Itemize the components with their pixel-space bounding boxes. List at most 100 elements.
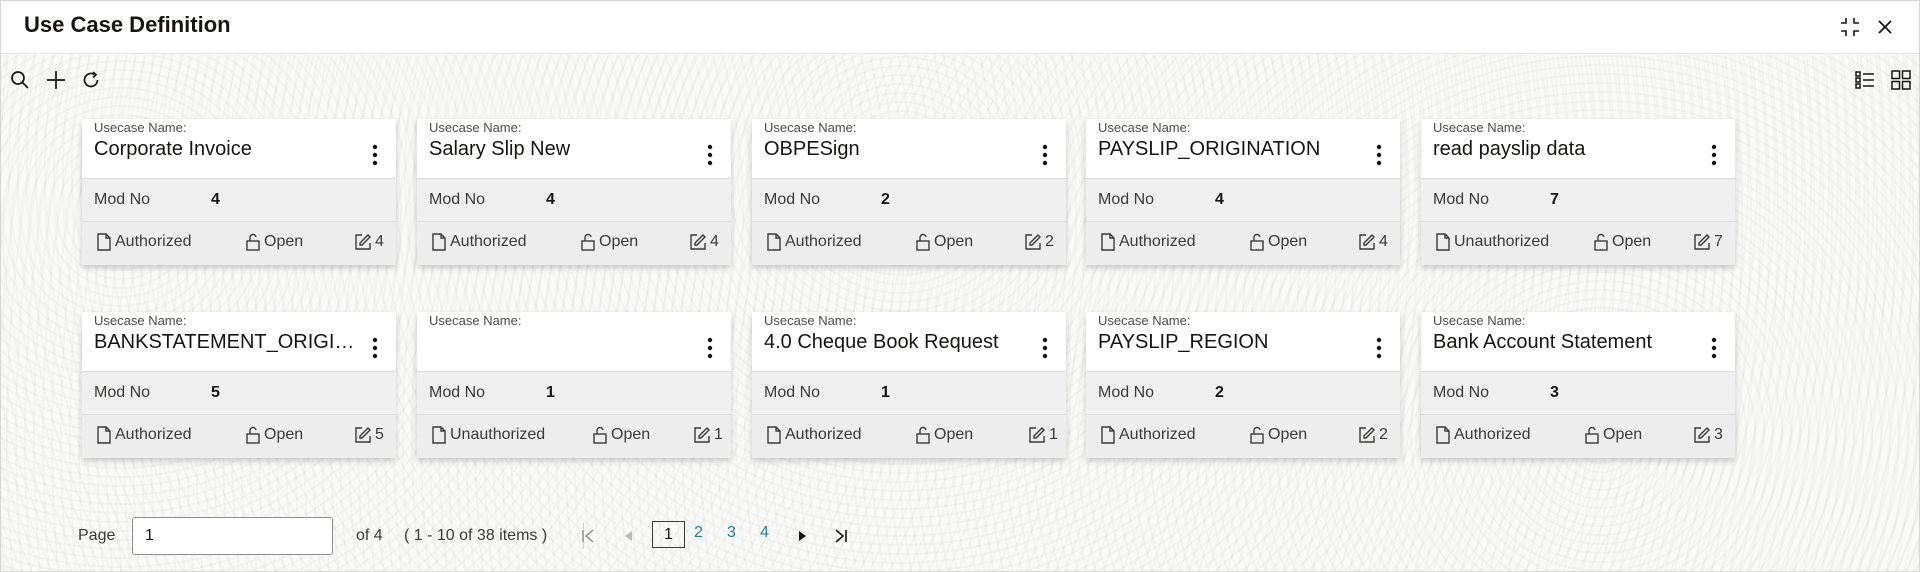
lock-text: Open	[1603, 426, 1643, 443]
status-text: Authorized	[1119, 426, 1196, 443]
page-number-input[interactable]	[132, 517, 333, 555]
usecase-name-label: Usecase Name:	[1098, 120, 1191, 135]
mod-no-value: 2	[1215, 384, 1224, 401]
edit-count-value: 1	[714, 426, 723, 443]
usecase-card[interactable]: Usecase Name: Mod No 1 Unauthorized Open	[417, 312, 731, 458]
close-icon[interactable]	[1872, 14, 1898, 40]
page-link-2[interactable]: 2	[694, 524, 703, 542]
list-view-icon[interactable]	[1853, 68, 1877, 92]
more-options-icon[interactable]	[701, 334, 719, 362]
page-link-3[interactable]: 3	[727, 524, 736, 542]
edit-count[interactable]: 2	[1358, 426, 1388, 444]
edit-count[interactable]: 4	[1358, 233, 1388, 251]
tile-view-icon[interactable]	[1889, 68, 1913, 92]
mod-no-row: Mod No 7	[1421, 178, 1735, 222]
edit-count[interactable]: 1	[693, 426, 723, 444]
usecase-card[interactable]: Usecase Name: OBPESign Mod No 2 Authoriz…	[752, 119, 1066, 265]
mod-no-label: Mod No	[1433, 384, 1490, 401]
card-footer: Authorized Open 1	[752, 415, 1066, 458]
mod-no-label: Mod No	[1433, 191, 1490, 208]
usecase-card[interactable]: Usecase Name: Corporate Invoice Mod No 4…	[82, 119, 396, 265]
mod-no-value: 5	[211, 384, 220, 401]
more-options-icon[interactable]	[366, 141, 384, 169]
lock-status[interactable]: Open	[1593, 233, 1651, 251]
edit-icon	[1694, 234, 1710, 250]
edit-count[interactable]: 1	[1028, 426, 1058, 444]
lock-status[interactable]: Open	[915, 426, 973, 444]
lock-status[interactable]: Open	[245, 233, 303, 251]
card-header: Usecase Name: 4.0 Cheque Book Request	[752, 312, 1066, 371]
more-options-icon[interactable]	[1036, 334, 1054, 362]
mod-no-label: Mod No	[94, 191, 151, 208]
status-text: Authorized	[1454, 426, 1531, 443]
edit-count[interactable]: 7	[1693, 233, 1723, 251]
search-icon[interactable]	[8, 68, 32, 92]
edit-count[interactable]: 3	[1693, 426, 1723, 444]
lock-text: Open	[599, 233, 639, 250]
lock-status[interactable]: Open	[580, 233, 638, 251]
lock-status[interactable]: Open	[245, 426, 303, 444]
next-page-icon[interactable]	[792, 525, 812, 547]
edit-count[interactable]: 4	[689, 233, 719, 251]
authorization-status[interactable]: Unauthorized	[1435, 233, 1549, 251]
mod-no-row: Mod No 2	[1086, 371, 1400, 415]
authorization-status[interactable]: Authorized	[96, 233, 192, 251]
edit-count[interactable]: 4	[354, 233, 384, 251]
mod-no-value: 4	[546, 191, 555, 208]
authorization-status[interactable]: Authorized	[431, 233, 527, 251]
edit-icon	[1359, 427, 1375, 443]
usecase-card[interactable]: Usecase Name: Bank Account Statement Mod…	[1421, 312, 1735, 458]
authorization-status[interactable]: Authorized	[766, 233, 862, 251]
mod-no-row: Mod No 4	[1086, 178, 1400, 222]
minimize-window-icon[interactable]	[1837, 14, 1863, 40]
unlock-icon	[1250, 426, 1264, 444]
authorization-status[interactable]: Authorized	[1100, 426, 1196, 444]
lock-status[interactable]: Open	[915, 233, 973, 251]
usecase-card[interactable]: Usecase Name: PAYSLIP_ORIGINATION Mod No…	[1086, 119, 1400, 265]
authorization-status[interactable]: Authorized	[1435, 426, 1531, 444]
card-footer: Authorized Open 3	[1421, 415, 1735, 458]
plus-icon[interactable]	[44, 68, 68, 92]
lock-text: Open	[1268, 426, 1308, 443]
page-link-4[interactable]: 4	[760, 524, 769, 542]
document-icon	[97, 426, 111, 444]
mod-no-label: Mod No	[1098, 191, 1155, 208]
content-area: Usecase Name: Corporate Invoice Mod No 4…	[1, 55, 1919, 571]
more-options-icon[interactable]	[1370, 334, 1388, 362]
current-page-button[interactable]: 1	[652, 521, 685, 548]
lock-status[interactable]: Open	[1584, 426, 1642, 444]
usecase-name-label: Usecase Name:	[429, 120, 522, 135]
more-options-icon[interactable]	[366, 334, 384, 362]
mod-no-row: Mod No 4	[82, 178, 396, 222]
refresh-icon[interactable]	[79, 68, 103, 92]
mod-no-value: 4	[1215, 191, 1224, 208]
authorization-status[interactable]: Authorized	[766, 426, 862, 444]
lock-status[interactable]: Open	[1249, 233, 1307, 251]
more-options-icon[interactable]	[1705, 141, 1723, 169]
more-options-icon[interactable]	[1370, 141, 1388, 169]
previous-page-icon[interactable]	[618, 525, 638, 547]
usecase-card[interactable]: Usecase Name: BANKSTATEMENT_ORIGINATION …	[82, 312, 396, 458]
authorization-status[interactable]: Authorized	[96, 426, 192, 444]
card-header: Usecase Name: Salary Slip New	[417, 119, 731, 178]
more-options-icon[interactable]	[701, 141, 719, 169]
first-page-icon[interactable]	[578, 525, 598, 547]
more-options-icon[interactable]	[1036, 141, 1054, 169]
usecase-card[interactable]: Usecase Name: 4.0 Cheque Book Request Mo…	[752, 312, 1066, 458]
edit-count[interactable]: 5	[354, 426, 384, 444]
unlock-icon	[1594, 233, 1608, 251]
last-page-icon[interactable]	[831, 525, 851, 547]
edit-icon	[694, 427, 710, 443]
document-icon	[1436, 233, 1450, 251]
lock-status[interactable]: Open	[1249, 426, 1307, 444]
usecase-card[interactable]: Usecase Name: read payslip data Mod No 7…	[1421, 119, 1735, 265]
usecase-card[interactable]: Usecase Name: PAYSLIP_REGION Mod No 2 Au…	[1086, 312, 1400, 458]
usecase-card[interactable]: Usecase Name: Salary Slip New Mod No 4 A…	[417, 119, 731, 265]
items-range-text: ( 1 - 10 of 38 items )	[404, 527, 548, 544]
mod-no-row: Mod No 4	[417, 178, 731, 222]
more-options-icon[interactable]	[1705, 334, 1723, 362]
lock-status[interactable]: Open	[592, 426, 650, 444]
authorization-status[interactable]: Unauthorized	[431, 426, 545, 444]
authorization-status[interactable]: Authorized	[1100, 233, 1196, 251]
edit-count[interactable]: 2	[1024, 233, 1054, 251]
